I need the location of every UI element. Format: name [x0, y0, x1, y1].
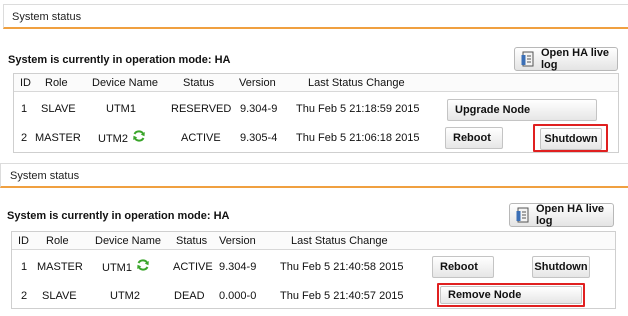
button-label: Reboot — [440, 261, 478, 273]
table-row: 1 MASTER UTM1 ACTIVE 9.304-9 Thu Feb 5 2… — [12, 253, 615, 281]
cell-version: 9.304-9 — [240, 103, 278, 115]
panel-header: System status — [3, 4, 628, 29]
cell-id: 2 — [21, 132, 28, 144]
cell-last-status-change: Thu Feb 5 21:18:59 2015 — [296, 103, 420, 115]
button-label: Shutdown — [544, 133, 598, 145]
col-header-role: Role — [45, 77, 68, 89]
col-header-version: Version — [239, 77, 276, 89]
panel-header: System status — [0, 163, 628, 188]
col-header-status: Status — [183, 77, 215, 89]
cell-role: MASTER — [37, 261, 83, 273]
open-ha-live-log-button[interactable]: Open HA live log — [509, 203, 614, 227]
cell-version: 0.000-0 — [219, 290, 257, 302]
table-header-row: ID Role Device Name Status Version Last … — [14, 74, 618, 92]
system-status-panel-1: System status System is currently in ope… — [0, 4, 628, 156]
button-label: Remove Node — [448, 289, 522, 301]
col-header-role: Role — [46, 235, 69, 247]
live-log-label: Open HA live log — [541, 47, 610, 71]
cell-id: 2 — [21, 290, 28, 302]
cell-device-name: UTM2 — [110, 290, 140, 302]
cell-id: 1 — [21, 261, 28, 273]
ha-nodes-table: ID Role Device Name Status Version Last … — [13, 73, 619, 153]
col-header-status: Status — [176, 235, 208, 247]
refresh-icon — [133, 130, 145, 142]
ha-nodes-table: ID Role Device Name Status Version Last … — [11, 231, 616, 309]
col-header-last-status-change: Last Status Change — [291, 235, 388, 247]
open-ha-live-log-button[interactable]: Open HA live log — [514, 47, 618, 71]
operation-mode-text: System is currently in operation mode: H… — [7, 210, 230, 222]
cell-device-name: UTM1 — [106, 103, 136, 115]
cell-last-status-change: Thu Feb 5 21:40:57 2015 — [280, 290, 404, 302]
cell-version: 9.305-4 — [240, 132, 278, 144]
table-row: 1 SLAVE UTM1 RESERVED 9.304-9 Thu Feb 5 … — [14, 96, 618, 122]
cell-role: SLAVE — [41, 103, 76, 115]
cell-status: ACTIVE — [173, 261, 213, 273]
col-header-device-name: Device Name — [95, 235, 162, 247]
col-header-version: Version — [219, 235, 256, 247]
table-header-row: ID Role Device Name Status Version Last … — [12, 232, 615, 250]
cell-role: SLAVE — [42, 290, 77, 302]
panel-title: System status — [10, 170, 80, 182]
refresh-icon — [137, 259, 149, 271]
table-row: 2 MASTER UTM2 ACTIVE 9.305-4 Thu Feb 5 2… — [14, 124, 618, 152]
log-icon — [516, 207, 530, 223]
col-header-id: ID — [20, 77, 31, 89]
table-row: 2 SLAVE UTM2 DEAD 0.000-0 Thu Feb 5 21:4… — [12, 282, 615, 308]
reboot-button[interactable]: Reboot — [445, 127, 503, 149]
cell-device-name: UTM2 — [98, 133, 128, 145]
button-label: Upgrade Node — [455, 104, 531, 116]
remove-node-button[interactable]: Remove Node — [440, 286, 582, 304]
upgrade-node-button[interactable]: Upgrade Node — [447, 99, 597, 121]
button-label: Reboot — [453, 132, 491, 144]
cell-status: ACTIVE — [181, 132, 221, 144]
panel-title: System status — [12, 11, 82, 23]
live-log-label: Open HA live log — [536, 203, 605, 227]
shutdown-button[interactable]: Shutdown — [532, 256, 590, 278]
cell-role: MASTER — [35, 132, 81, 144]
cell-id: 1 — [21, 103, 28, 115]
operation-mode-text: System is currently in operation mode: H… — [8, 54, 231, 66]
cell-status: DEAD — [174, 290, 205, 302]
shutdown-button[interactable]: Shutdown — [540, 128, 602, 150]
cell-device-name: UTM1 — [102, 262, 132, 274]
col-header-last-status-change: Last Status Change — [308, 77, 405, 89]
cell-version: 9.304-9 — [219, 261, 257, 273]
cell-last-status-change: Thu Feb 5 21:06:18 2015 — [296, 132, 420, 144]
cell-last-status-change: Thu Feb 5 21:40:58 2015 — [280, 261, 404, 273]
reboot-button[interactable]: Reboot — [432, 256, 494, 278]
system-status-panel-2: System status System is currently in ope… — [0, 163, 628, 313]
col-header-device-name: Device Name — [92, 77, 159, 89]
col-header-id: ID — [18, 235, 29, 247]
cell-status: RESERVED — [171, 103, 232, 115]
button-label: Shutdown — [534, 261, 588, 273]
log-icon — [521, 51, 535, 67]
